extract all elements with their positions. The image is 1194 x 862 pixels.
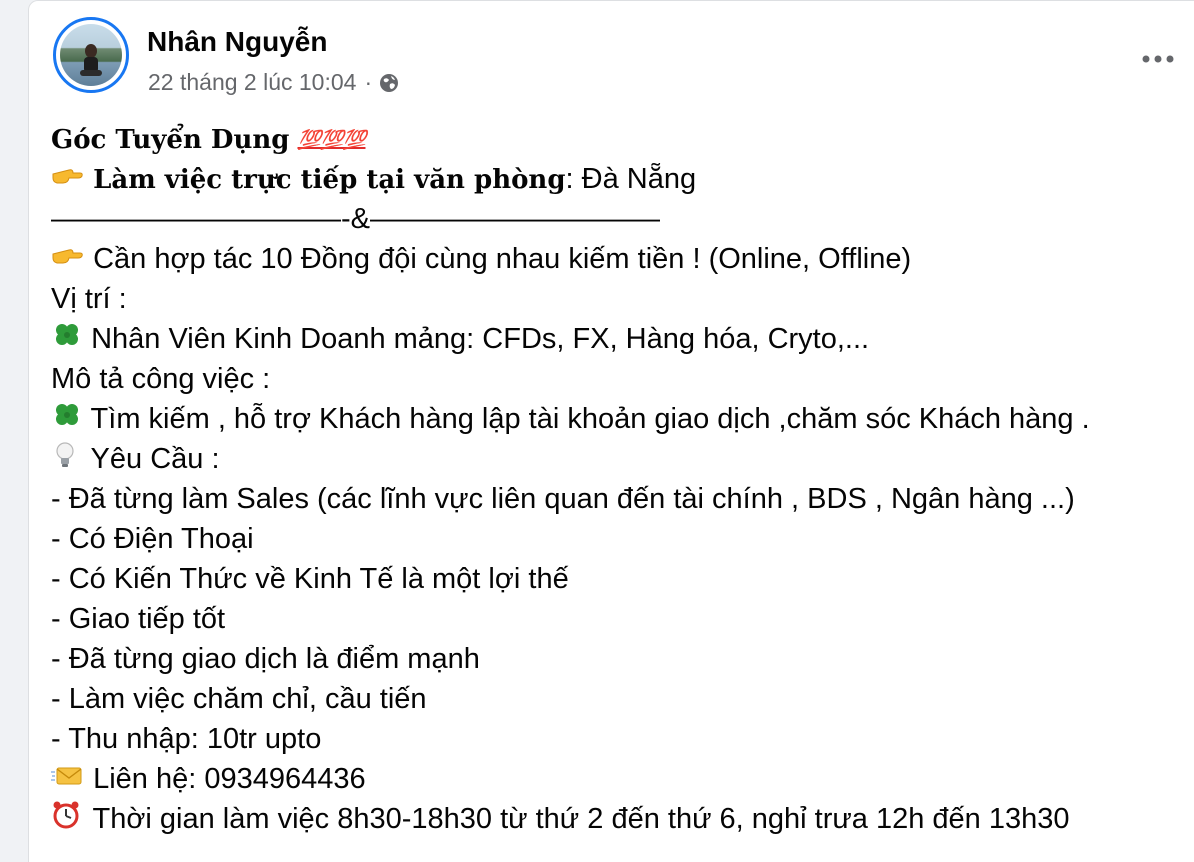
requirement-item: - Giao tiếp tốt bbox=[51, 603, 226, 635]
contact-text: Liên hệ: 0934964436 bbox=[93, 763, 366, 795]
description-label: Mô tả công việc : bbox=[51, 363, 271, 395]
working-hours-text: Thời gian làm việc 8h30-18h30 từ thứ 2 đ… bbox=[92, 803, 1070, 835]
intro-text: Cần hợp tác 10 Đồng đội cùng nhau kiếm t… bbox=[93, 243, 912, 275]
location-line: Làm việc trực tiếp tại văn phòng: Đà Nẵn… bbox=[51, 159, 1184, 199]
post-timestamp[interactable]: 22 tháng 2 lúc 10:04 bbox=[148, 69, 356, 96]
envelope-icon bbox=[51, 760, 85, 800]
four-leaf-clover-icon bbox=[51, 320, 83, 360]
intro-line: Cần hợp tác 10 Đồng đội cùng nhau kiếm t… bbox=[51, 239, 1184, 279]
post-title: Góc Tuyển Dụng bbox=[51, 125, 290, 155]
pointing-hand-icon bbox=[51, 160, 85, 200]
position-label: Vị trí : bbox=[51, 283, 127, 315]
contact-line: Liên hệ: 0934964436 bbox=[51, 759, 1184, 799]
working-hours-line: Thời gian làm việc 8h30-18h30 từ thứ 2 đ… bbox=[51, 799, 1184, 839]
description-text: Tìm kiếm , hỗ trợ Khách hàng lập tài kho… bbox=[90, 403, 1090, 435]
avatar-photo bbox=[60, 24, 122, 86]
pointing-hand-icon bbox=[51, 240, 85, 280]
divider-line: ——————————-&—————————— bbox=[51, 203, 660, 235]
requirement-item: - Làm việc chăm chỉ, cầu tiến bbox=[51, 683, 427, 715]
post-body: Góc Tuyển Dụng 💯💯💯 Làm việc trực tiếp tạ… bbox=[51, 119, 1184, 839]
location-value: : Đà Nẵng bbox=[565, 163, 697, 195]
more-options-icon[interactable] bbox=[1138, 41, 1178, 77]
avatar[interactable] bbox=[53, 17, 129, 93]
requirements-label-line: Yêu Cầu : bbox=[51, 439, 1184, 479]
meta-separator: · bbox=[364, 69, 373, 95]
post-title-line: Góc Tuyển Dụng 💯💯💯 bbox=[51, 119, 1184, 159]
requirement-item: - Đã từng làm Sales (các lĩnh vực liên q… bbox=[51, 483, 1075, 515]
description-line: Tìm kiếm , hỗ trợ Khách hàng lập tài kho… bbox=[51, 399, 1184, 439]
globe-icon[interactable] bbox=[378, 72, 400, 94]
post-meta: 22 tháng 2 lúc 10:04 · bbox=[148, 69, 400, 96]
light-bulb-icon bbox=[51, 440, 83, 481]
location-label: Làm việc trực tiếp tại văn phòng bbox=[93, 165, 566, 195]
position-text: Nhân Viên Kinh Doanh mảng: CFDs, FX, Hàn… bbox=[91, 323, 870, 355]
requirement-item: - Có Điện Thoại bbox=[51, 523, 254, 555]
requirement-item: - Đã từng giao dịch là điểm mạnh bbox=[51, 643, 480, 675]
post-card: Nhân Nguyễn 22 tháng 2 lúc 10:04 · Góc T… bbox=[28, 0, 1194, 862]
author-name[interactable]: Nhân Nguyễn bbox=[147, 26, 327, 58]
requirement-item: - Có Kiến Thức về Kinh Tế là một lợi thế bbox=[51, 563, 569, 595]
four-leaf-clover-icon bbox=[51, 400, 83, 440]
hundred-points-icon: 💯💯💯 bbox=[297, 129, 367, 152]
position-line: Nhân Viên Kinh Doanh mảng: CFDs, FX, Hàn… bbox=[51, 319, 1184, 359]
requirements-label: Yêu Cầu : bbox=[90, 443, 220, 475]
requirement-item: - Thu nhập: 10tr upto bbox=[51, 723, 322, 755]
alarm-clock-icon bbox=[51, 800, 85, 841]
